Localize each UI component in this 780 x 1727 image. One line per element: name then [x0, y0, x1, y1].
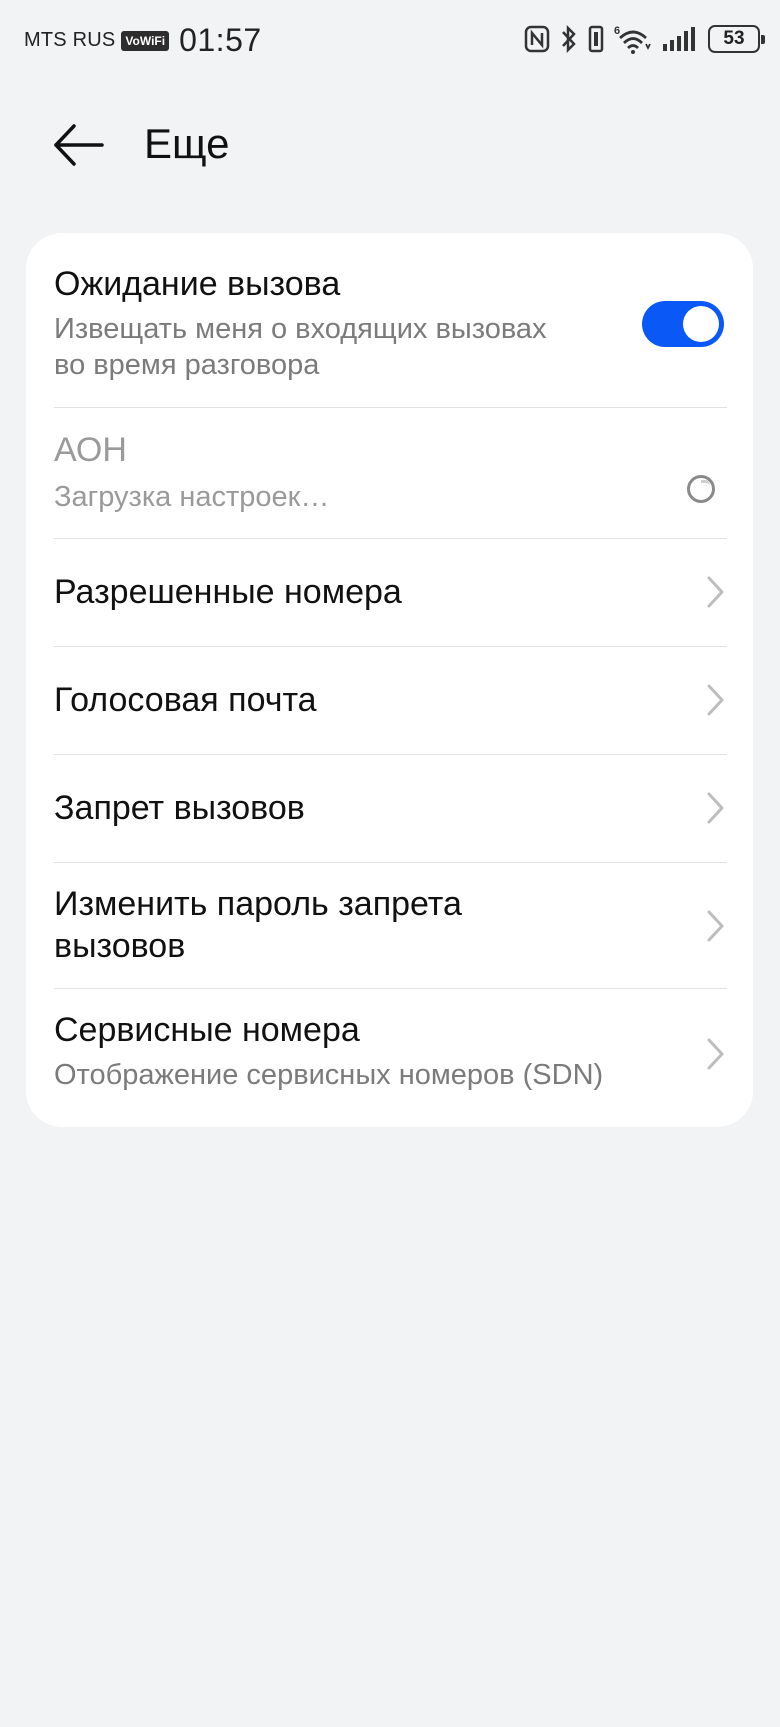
caller-id-title: АОН: [54, 431, 127, 469]
status-right: 6 53: [514, 24, 765, 54]
status-bar: MTS RUS VoWiFi 01:57 6 53: [0, 0, 780, 84]
settings-card: Ожидание вызова Извещать меня о входящих…: [26, 233, 753, 1127]
back-button[interactable]: [48, 118, 110, 172]
clock: 01:57: [179, 22, 262, 58]
change-barring-password-title-line2: вызовов: [54, 927, 186, 965]
chevron-right-icon: [707, 792, 724, 824]
battery-level: 53: [723, 28, 745, 49]
status-left: MTS RUS VoWiFi 01:57: [24, 22, 262, 59]
voicemail-title: Голосовая почта: [54, 681, 317, 719]
service-numbers-title: Сервисные номера: [54, 1011, 360, 1049]
signal-icon: [663, 27, 695, 51]
page-title: Еще: [144, 120, 230, 167]
call-waiting-title: Ожидание вызова: [54, 265, 341, 303]
chevron-right-icon: [707, 576, 724, 608]
nfc-icon: [524, 25, 550, 53]
change-barring-password-row[interactable]: Изменить пароль запрета вызовов: [54, 863, 727, 989]
divider: [54, 407, 727, 408]
call-waiting-subtitle-line1: Извещать меня о входящих вызовах: [54, 313, 547, 345]
chevron-right-icon: [707, 684, 724, 716]
arrow-left-icon: [54, 124, 104, 166]
service-numbers-row[interactable]: Сервисные номера Отображение сервисных н…: [54, 989, 727, 1119]
chevron-right-icon: [707, 1038, 724, 1070]
svg-text:6: 6: [614, 25, 620, 37]
wifi-6-icon: 6: [614, 25, 651, 54]
change-barring-password-title-line1: Изменить пароль запрета: [54, 885, 462, 923]
call-barring-title: Запрет вызовов: [54, 789, 305, 827]
vibrate-icon: [588, 25, 604, 53]
caller-id-row: АОН Загрузка настроек…: [54, 429, 727, 539]
call-barring-row[interactable]: Запрет вызовов: [54, 755, 727, 862]
loading-spinner-icon: [687, 475, 715, 503]
bluetooth-icon: [562, 24, 576, 54]
voicemail-row[interactable]: Голосовая почта: [54, 647, 727, 754]
toggle-knob: [683, 306, 719, 342]
call-waiting-toggle[interactable]: [642, 301, 724, 347]
fixed-dialing-numbers-row[interactable]: Разрешенные номера: [54, 539, 727, 646]
battery-icon: 53: [708, 25, 765, 53]
app-header: Еще: [0, 100, 780, 190]
caller-id-subtitle: Загрузка настроек…: [54, 481, 330, 513]
vowifi-badge: VoWiFi: [121, 30, 170, 51]
fixed-dialing-numbers-title: Разрешенные номера: [54, 573, 402, 611]
call-waiting-subtitle-line2: во время разговора: [54, 349, 320, 381]
call-waiting-row[interactable]: Ожидание вызова Извещать меня о входящих…: [54, 263, 727, 383]
carrier-name: MTS RUS: [24, 29, 116, 51]
chevron-right-icon: [707, 910, 724, 942]
service-numbers-subtitle: Отображение сервисных номеров (SDN): [54, 1059, 604, 1091]
